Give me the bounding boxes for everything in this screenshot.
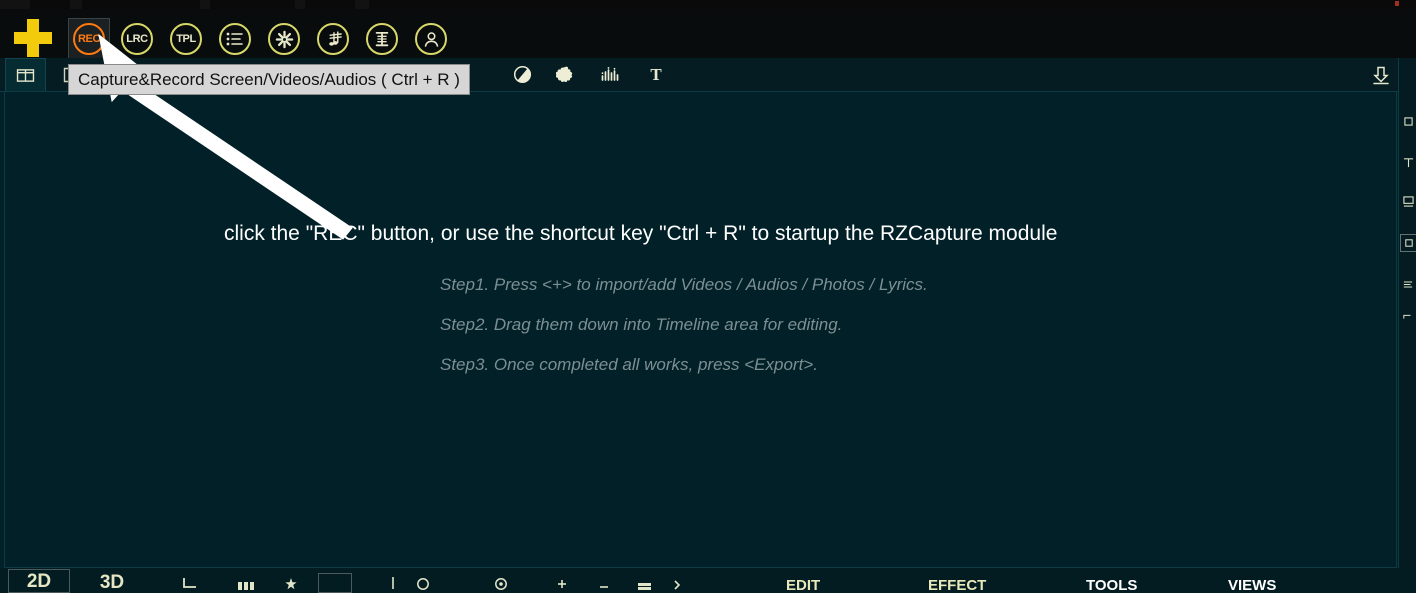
rec-button[interactable]: REC (73, 23, 105, 55)
os-ghost-left (0, 0, 30, 9)
lrc-button-label: LRC (126, 32, 148, 45)
menu-views[interactable]: VIEWS (1228, 578, 1276, 593)
rail-item-more[interactable] (1401, 310, 1415, 324)
annotation-text: click the "REC" button, or use the short… (224, 222, 1058, 245)
rail-item-panel[interactable] (1401, 155, 1415, 169)
divider-icon[interactable] (390, 576, 396, 593)
grid-icon[interactable] (238, 578, 256, 593)
frame-box-icon[interactable] (318, 573, 352, 593)
music-note-icon[interactable] (317, 23, 349, 55)
lrc-button[interactable]: LRC (121, 23, 153, 55)
text-tool-glyph: T (650, 65, 662, 84)
rail-item-layers[interactable] (1401, 114, 1415, 128)
os-menu-strip (0, 0, 1416, 9)
tab-layout[interactable] (5, 58, 46, 91)
menu-edit[interactable]: EDIT (786, 578, 820, 593)
bars-icon[interactable] (638, 578, 656, 593)
plus-small-icon[interactable] (556, 578, 568, 593)
rail-item-frame[interactable] (1401, 194, 1415, 208)
os-ghost-c (295, 0, 305, 9)
right-sidebar (1398, 58, 1416, 568)
rec-tooltip: Capture&Record Screen/Videos/Audios ( Ct… (68, 64, 470, 95)
tpl-button-label: TPL (176, 32, 196, 45)
os-ghost-a (70, 0, 82, 9)
os-ghost-b (200, 0, 210, 9)
text-title-icon[interactable] (366, 23, 398, 55)
rail-item-selected[interactable] (1400, 234, 1416, 252)
tpl-button[interactable]: TPL (170, 23, 202, 55)
menu-tools[interactable]: TOOLS (1086, 578, 1137, 593)
playlist-icon[interactable] (219, 23, 251, 55)
view-2d-button[interactable]: 2D (8, 569, 70, 593)
steps-hint-block: Step1. Press <+> to import/add Videos / … (440, 275, 928, 375)
main-toolbar: REC LRC TPL (0, 9, 1416, 60)
app-window: REC LRC TPL T click the "REC" button, or… (0, 0, 1416, 593)
zoom-in-icon[interactable] (494, 576, 508, 593)
menu-effect[interactable]: EFFECT (928, 578, 986, 593)
text-tool-icon[interactable]: T (642, 58, 670, 91)
minus-small-icon[interactable] (598, 578, 610, 593)
download-arrow-icon[interactable] (1368, 61, 1394, 88)
rail-item-list[interactable] (1401, 277, 1415, 291)
crop-icon[interactable] (182, 576, 198, 593)
add-media-button[interactable] (12, 19, 54, 57)
os-close-dot (1395, 1, 1399, 6)
play-icon[interactable] (672, 578, 682, 593)
effects-asterisk-icon[interactable] (268, 23, 300, 55)
rec-button-label: REC (77, 32, 101, 45)
zoom-out-icon[interactable] (416, 576, 430, 593)
step-line-3: Step3. Once completed all works, press <… (440, 355, 818, 374)
user-account-icon[interactable] (415, 23, 447, 55)
step-line-2: Step2. Drag them down into Timeline area… (440, 315, 843, 334)
sticker-icon[interactable] (552, 58, 580, 91)
pin-icon[interactable] (285, 578, 297, 593)
equalizer-icon[interactable] (596, 58, 624, 91)
step-line-1: Step1. Press <+> to import/add Videos / … (440, 275, 928, 294)
color-wheel-icon[interactable] (508, 58, 536, 91)
view-3d-button[interactable]: 3D (92, 568, 132, 593)
os-ghost-d (355, 0, 369, 9)
bottom-toolbar: 2D 3D EDIT EFFECT TOOLS VIEWS (0, 568, 1416, 593)
plus-icon-vertical (27, 19, 39, 57)
